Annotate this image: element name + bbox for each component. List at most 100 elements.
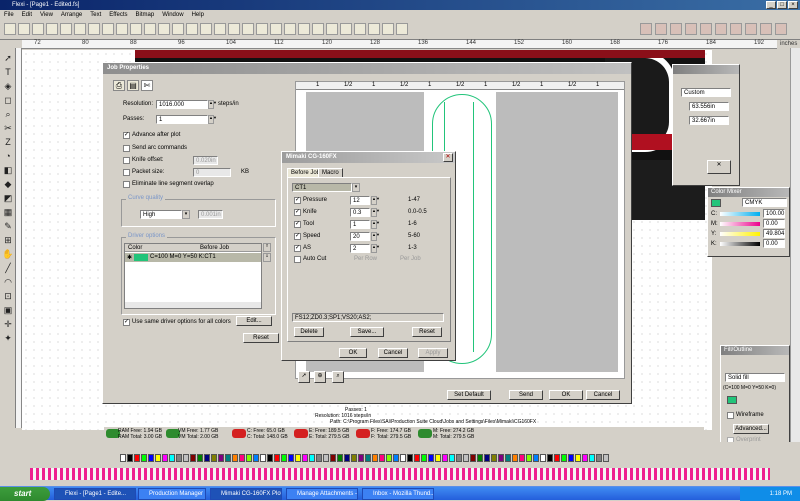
driver-row[interactable]: ✱ C=100 M=0 Y=50 K:CT1 xyxy=(125,253,261,262)
palette-swatch[interactable] xyxy=(554,454,560,462)
palette-swatch[interactable] xyxy=(519,454,525,462)
zigzag-tool-icon[interactable]: Z xyxy=(2,136,14,148)
curve-quality-dim-field[interactable]: 0.001in xyxy=(198,210,223,219)
send-arc-checkbox[interactable] xyxy=(123,145,130,152)
horizontal-scrollbar[interactable] xyxy=(0,442,800,452)
task-mimaki[interactable]: Mimaki CG-160FX Plot... xyxy=(210,488,282,500)
nodes-icon[interactable] xyxy=(312,23,324,35)
palette-swatch[interactable] xyxy=(526,454,532,462)
palette-swatch[interactable] xyxy=(330,454,336,462)
measure-tool-icon[interactable]: ⊞ xyxy=(2,234,14,246)
palette-swatch[interactable] xyxy=(148,454,154,462)
palette-swatch[interactable] xyxy=(232,454,238,462)
task-inbox[interactable]: Inbox - Mozilla Thund... xyxy=(362,488,434,500)
curve-quality-select[interactable]: High xyxy=(140,210,182,219)
preview-select-icon[interactable]: ➚ xyxy=(298,371,310,383)
palette-swatch[interactable] xyxy=(428,454,434,462)
wireframe-checkbox[interactable] xyxy=(727,412,734,419)
palette-swatch[interactable] xyxy=(162,454,168,462)
palette-swatch[interactable] xyxy=(260,454,266,462)
palette-swatch[interactable] xyxy=(211,454,217,462)
maximize-button[interactable]: □ xyxy=(777,1,787,9)
palette-swatch[interactable] xyxy=(169,454,175,462)
palette-swatch[interactable] xyxy=(127,454,133,462)
driver-list-scrollbar[interactable] xyxy=(125,302,261,308)
palette-swatch[interactable] xyxy=(225,454,231,462)
y-slider[interactable] xyxy=(720,232,760,236)
palette-swatch[interactable] xyxy=(491,454,497,462)
driver-scroll-down[interactable]: ⇓ xyxy=(263,253,271,262)
palette-swatch[interactable] xyxy=(435,454,441,462)
knife-spinner[interactable]: ▲▼ xyxy=(371,208,380,217)
palette-swatch[interactable] xyxy=(183,454,189,462)
palette-swatch[interactable] xyxy=(540,454,546,462)
palette-swatch[interactable] xyxy=(337,454,343,462)
palette-swatch[interactable] xyxy=(197,454,203,462)
palette-swatch[interactable] xyxy=(316,454,322,462)
menu-item-effects[interactable]: Effects xyxy=(105,10,131,20)
cutter-tab-icon[interactable]: ✄ xyxy=(141,80,153,91)
eyedropper-tool-icon[interactable]: ✎ xyxy=(2,220,14,232)
per-job-radio[interactable]: Per Job xyxy=(400,256,421,262)
open-icon[interactable] xyxy=(18,23,30,35)
speed-spinner[interactable]: ▲▼ xyxy=(371,232,380,241)
as-spinner[interactable]: ▲▼ xyxy=(371,244,380,253)
palette-swatch[interactable] xyxy=(505,454,511,462)
palette-swatch[interactable] xyxy=(190,454,196,462)
menu-item-arrange[interactable]: Arrange xyxy=(57,10,86,20)
align-node-icon[interactable] xyxy=(760,23,772,35)
palette-swatch[interactable] xyxy=(246,454,252,462)
preview-zoom-in-icon[interactable]: ⊕ xyxy=(314,371,326,383)
palette-swatch[interactable] xyxy=(141,454,147,462)
packet-size-field[interactable]: 0 xyxy=(193,168,231,177)
help-icon[interactable] xyxy=(396,23,408,35)
snap-icon[interactable] xyxy=(368,23,380,35)
palette-swatch[interactable] xyxy=(309,454,315,462)
bitmap-tool-icon[interactable]: ▦ xyxy=(2,206,14,218)
condition-select[interactable]: CT1 xyxy=(292,183,352,192)
mimaki-apply-button[interactable]: Apply xyxy=(418,348,448,358)
use-same-driver-checkbox[interactable]: ✓ xyxy=(123,319,130,326)
palette-swatch[interactable] xyxy=(582,454,588,462)
effect-tool-icon[interactable]: ◆ xyxy=(2,178,14,190)
align-node-icon[interactable] xyxy=(640,23,652,35)
curve-quality-dropdown-icon[interactable]: ▾ xyxy=(182,210,190,219)
mimaki-close-icon[interactable]: ✕ xyxy=(443,153,453,162)
palette-swatch[interactable] xyxy=(281,454,287,462)
palette-swatch[interactable] xyxy=(344,454,350,462)
palette-swatch[interactable] xyxy=(484,454,490,462)
color-palette[interactable] xyxy=(0,454,800,464)
edit-button[interactable]: Edit... xyxy=(236,316,272,326)
menu-item-help[interactable]: Help xyxy=(188,10,208,20)
palette-swatch[interactable] xyxy=(589,454,595,462)
plot-icon[interactable] xyxy=(186,23,198,35)
palette-swatch[interactable] xyxy=(407,454,413,462)
zoom-tool-icon[interactable]: ⌕ xyxy=(2,108,14,120)
ok-button[interactable]: OK xyxy=(549,390,583,400)
cut-icon[interactable] xyxy=(60,23,72,35)
palette-swatch[interactable] xyxy=(477,454,483,462)
printer-tab-icon[interactable]: ⎙ xyxy=(113,80,125,91)
menu-item-text[interactable]: Text xyxy=(86,10,105,20)
redo-icon[interactable] xyxy=(116,23,128,35)
palette-swatch[interactable] xyxy=(379,454,385,462)
condition-dropdown-icon[interactable]: ▾ xyxy=(352,183,360,192)
align-node-icon[interactable] xyxy=(670,23,682,35)
palette-swatch[interactable] xyxy=(253,454,259,462)
as-checkbox[interactable]: ✓ xyxy=(294,245,301,252)
new-icon[interactable] xyxy=(4,23,16,35)
transform-apply-icon[interactable]: ✕ xyxy=(707,160,731,174)
arc-tool-icon[interactable]: ◠ xyxy=(2,276,14,288)
pressure-checkbox[interactable]: ✓ xyxy=(294,197,301,204)
align-node-icon[interactable] xyxy=(775,23,787,35)
palette-swatch[interactable] xyxy=(386,454,392,462)
pressure-spinner[interactable]: ▲▼ xyxy=(371,196,380,205)
palette-swatch[interactable] xyxy=(596,454,602,462)
mimaki-reset-button[interactable]: Reset xyxy=(412,327,442,337)
outline-tool-icon[interactable]: ◔ xyxy=(2,150,14,162)
align-node-icon[interactable] xyxy=(700,23,712,35)
k-value[interactable]: 0.00 xyxy=(763,239,785,248)
task-flexi[interactable]: Flexi - [Page1 - Edite... xyxy=(54,488,136,500)
fill-color-swatch[interactable] xyxy=(727,396,737,404)
select-tool-icon[interactable]: ➚ xyxy=(2,52,14,64)
